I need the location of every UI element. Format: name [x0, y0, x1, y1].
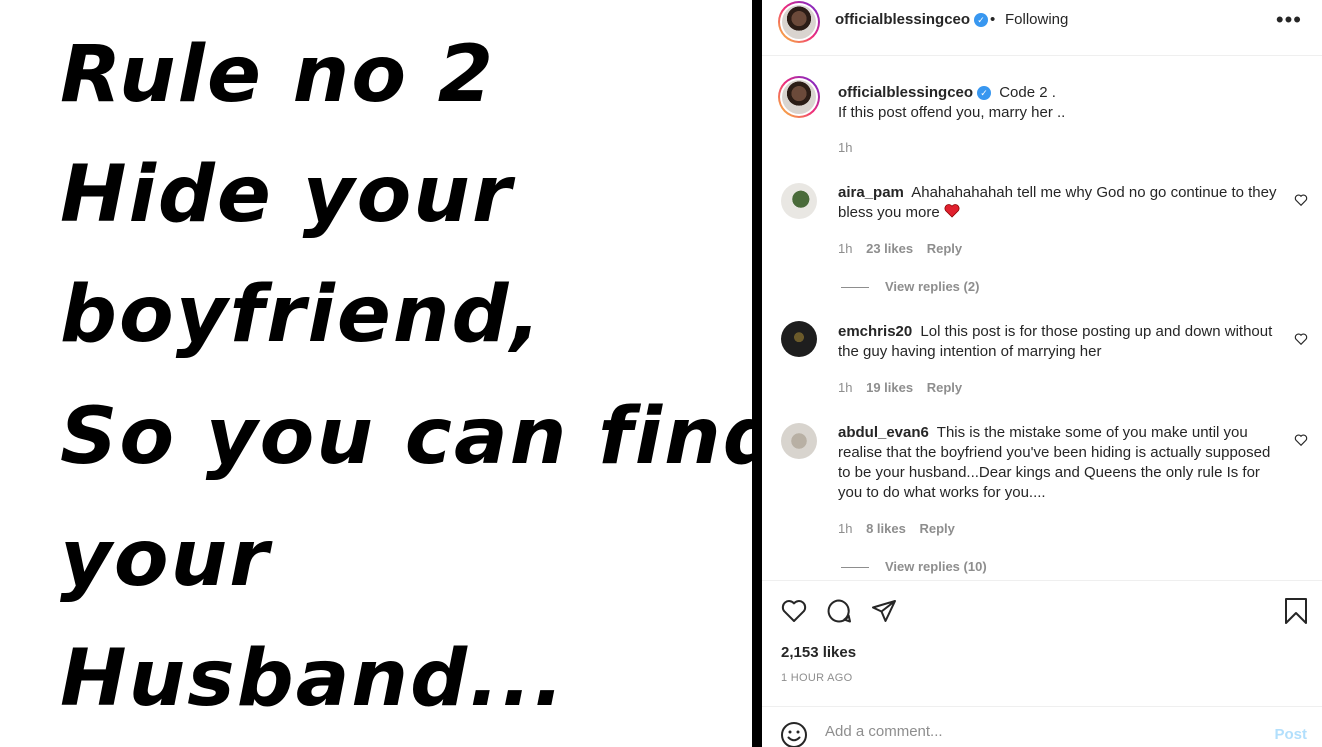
reply-button[interactable]: Reply [919, 521, 954, 536]
save-bookmark-icon[interactable] [1282, 597, 1310, 625]
post-image-text-line: Rule no 2 [60, 30, 496, 120]
emoji-smiley-icon[interactable] [780, 721, 808, 747]
post-side-panel: officialblessingceo ✓ • Following ••• off… [762, 0, 1322, 747]
author-username[interactable]: officialblessingceo ✓ [835, 11, 989, 28]
header-separator: • [990, 11, 996, 28]
post-image-text-line: So you can find [60, 392, 752, 482]
post-image[interactable]: Rule no 2 Hide your boyfriend, So you ca… [0, 0, 752, 747]
commenter-avatar[interactable] [781, 183, 817, 219]
author-avatar[interactable] [778, 1, 820, 43]
caption-line-1: Code 2 . [999, 84, 1056, 101]
post-image-text-line: your [60, 514, 271, 604]
comment-input[interactable] [825, 723, 1245, 740]
like-comment-heart-icon[interactable] [1294, 193, 1308, 207]
comment-text: aira_pam Ahahahahahah tell me why God no… [838, 183, 1278, 223]
view-replies-button[interactable]: View replies (2) [841, 279, 979, 294]
comment-username[interactable]: aira_pam [838, 184, 904, 201]
caption-author-avatar[interactable] [778, 76, 820, 118]
comment-likes[interactable]: 23 likes [866, 241, 913, 256]
post-image-text-line: Husband... [60, 634, 566, 724]
post-image-text-line: boyfriend, [60, 270, 543, 360]
following-button[interactable]: Following [1005, 11, 1068, 28]
post-timestamp[interactable]: 1 HOUR AGO [781, 672, 852, 684]
comment-meta: 1h 19 likes Reply [838, 380, 972, 395]
post-header: officialblessingceo ✓ • Following ••• [762, 0, 1322, 56]
share-paper-plane-icon[interactable] [870, 597, 898, 625]
caption-text: officialblessingceo ✓ Code 2 . If this po… [838, 83, 1278, 123]
comment-time: 1h [838, 241, 853, 256]
comment-time: 1h [838, 521, 853, 536]
view-replies-button[interactable]: View replies (10) [841, 559, 987, 574]
like-comment-heart-icon[interactable] [1294, 433, 1308, 447]
comment-text: abdul_evan6 This is the mistake some of … [838, 423, 1278, 503]
reply-button[interactable]: Reply [927, 241, 962, 256]
verified-badge-icon: ✓ [974, 13, 989, 27]
reply-button[interactable]: Reply [927, 380, 962, 395]
author-username-text[interactable]: officialblessingceo [835, 11, 970, 28]
post-image-text-line: Hide your [60, 150, 514, 240]
comment-username[interactable]: emchris20 [838, 323, 912, 340]
post-comment-button[interactable]: Post [1274, 726, 1307, 743]
more-options-icon[interactable]: ••• [1276, 9, 1302, 31]
commenter-avatar[interactable] [781, 423, 817, 459]
replies-dash [841, 287, 869, 289]
comment-likes[interactable]: 8 likes [866, 521, 906, 536]
image-divider [752, 0, 762, 747]
comment-meta: 1h 8 likes Reply [838, 521, 965, 536]
comment-bubble-icon[interactable] [825, 597, 853, 625]
comment-text: emchris20 Lol this post is for those pos… [838, 322, 1278, 362]
like-heart-icon[interactable] [780, 597, 808, 625]
caption-username[interactable]: officialblessingceo ✓ [838, 84, 992, 101]
red-heart-emoji [944, 204, 960, 221]
comment-time: 1h [838, 380, 853, 395]
likes-count[interactable]: 2,153 likes [781, 644, 856, 661]
caption-line-2: If this post offend you, marry her .. [838, 104, 1066, 121]
comment-meta: 1h 23 likes Reply [838, 241, 972, 256]
add-comment-bar: Post [762, 706, 1322, 747]
caption-time: 1h [838, 140, 853, 155]
like-comment-heart-icon[interactable] [1294, 332, 1308, 346]
comment-likes[interactable]: 19 likes [866, 380, 913, 395]
post-actions: 2,153 likes 1 HOUR AGO [762, 580, 1322, 690]
comments-list[interactable]: officialblessingceo ✓ Code 2 . If this po… [762, 57, 1322, 580]
replies-dash [841, 567, 869, 569]
comment-username[interactable]: abdul_evan6 [838, 424, 929, 441]
verified-badge-icon: ✓ [977, 86, 992, 100]
commenter-avatar[interactable] [781, 321, 817, 357]
